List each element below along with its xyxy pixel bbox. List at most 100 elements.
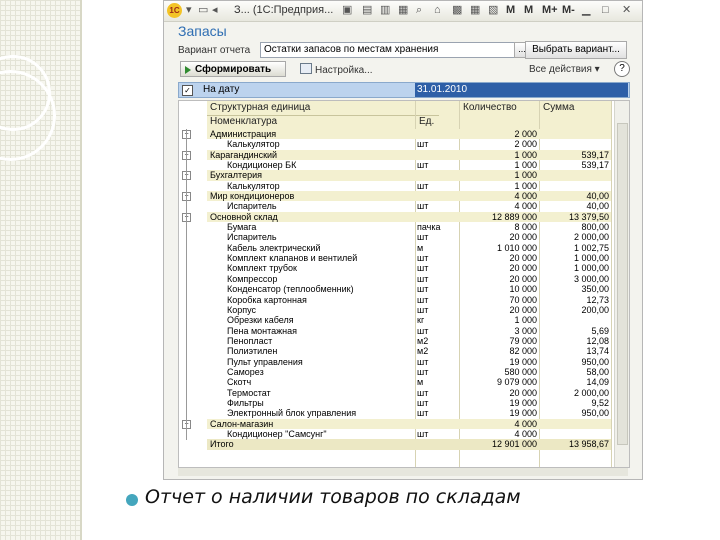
header-structural-unit: Структурная единица bbox=[210, 102, 311, 113]
memory-button-3[interactable]: M+ bbox=[542, 4, 558, 16]
cell-sum: 539,17 bbox=[581, 149, 609, 160]
select-variant-button[interactable]: Выбрать вариант... bbox=[525, 41, 627, 59]
menu-arrow-icon[interactable]: ▾ bbox=[186, 4, 192, 17]
cell-quantity: 19 000 bbox=[509, 408, 537, 419]
table-row[interactable]: Фильтры шт 19 000 9,52 bbox=[207, 398, 611, 408]
group-row[interactable]: Салон-магазин 4 000 bbox=[207, 418, 611, 429]
cell-unit: м bbox=[417, 242, 424, 253]
table-row[interactable]: Обрезки кабеля кг 1 000 bbox=[207, 315, 611, 325]
table-row[interactable]: Электронный блок управления шт 19 000 950,0… bbox=[207, 408, 611, 418]
generate-button[interactable]: Сформировать bbox=[180, 61, 286, 77]
table-row[interactable]: Кондиционер БК шт 1 000 539,17 bbox=[207, 160, 611, 170]
cell-sum: 2 000,00 bbox=[573, 232, 609, 243]
cell-unit: м2 bbox=[417, 335, 429, 346]
table-row[interactable]: Калькулятор шт 2 000 bbox=[207, 139, 611, 149]
close-icon[interactable]: ✕ bbox=[622, 4, 631, 17]
home-icon[interactable]: ⌂ bbox=[434, 4, 441, 17]
filter-date-checkbox[interactable]: ✓ bbox=[182, 85, 193, 96]
cell-unit: шт bbox=[417, 180, 429, 191]
all-actions-menu[interactable]: Все действия ▾ bbox=[529, 64, 600, 75]
memory-button-1[interactable]: M bbox=[506, 4, 515, 16]
cell-unit: шт bbox=[417, 232, 429, 243]
table-row[interactable]: Кондиционер "Самсунг" шт 4 000 bbox=[207, 429, 611, 439]
cell-quantity: 1 010 000 bbox=[496, 242, 537, 253]
cell-sum: 350,00 bbox=[581, 284, 609, 295]
cell-quantity: 82 000 bbox=[509, 346, 537, 357]
cell-name: Электронный блок управления bbox=[227, 408, 357, 419]
filter-date-label: На дату bbox=[203, 84, 240, 95]
memory-button-2[interactable]: M bbox=[524, 4, 533, 16]
cell-unit: шт bbox=[417, 397, 429, 408]
cell-unit: шт bbox=[417, 428, 429, 439]
scrollbar-thumb[interactable] bbox=[617, 123, 628, 445]
cell-quantity: 1 000 bbox=[514, 160, 537, 171]
cell-sum: 950,00 bbox=[581, 356, 609, 367]
report-spreadsheet[interactable]: −−−−−− Структурная единица Номенклатура … bbox=[178, 100, 630, 468]
total-row[interactable]: Итого 12 901 000 13 958,67 bbox=[207, 439, 611, 450]
cell-quantity: 2 000 bbox=[514, 139, 537, 150]
table-row[interactable]: Калькулятор шт 1 000 bbox=[207, 181, 611, 191]
bullet-icon bbox=[126, 494, 138, 506]
calendar-icon[interactable]: ▩ bbox=[452, 4, 462, 17]
title-bar: 1C ▾ ▭ ◂ З... (1С:Предприя... ▣ ▤ ▥ ▦ ⌕ … bbox=[164, 1, 642, 22]
settings-icon bbox=[300, 63, 312, 74]
vertical-scrollbar[interactable] bbox=[614, 101, 629, 467]
header-sum: Сумма bbox=[543, 102, 575, 113]
cell-sum: 200,00 bbox=[581, 304, 609, 315]
table-row[interactable]: Корпус шт 20 000 200,00 bbox=[207, 305, 611, 315]
table-row[interactable]: Компрессор шт 20 000 3 000,00 bbox=[207, 274, 611, 284]
help-button[interactable]: ? bbox=[614, 61, 630, 77]
save-icon[interactable]: ▣ bbox=[342, 4, 352, 17]
back-icon[interactable]: ◂ bbox=[212, 4, 218, 17]
horizontal-scrollbar[interactable] bbox=[178, 468, 628, 476]
table-row[interactable]: Кабель электрический м 1 010 000 1 002,75 bbox=[207, 243, 611, 253]
settings-button[interactable]: Настройка... bbox=[300, 63, 373, 76]
calculator-icon[interactable]: ▧ bbox=[488, 4, 498, 17]
minimize-icon[interactable]: ▁ bbox=[582, 4, 590, 17]
table-row[interactable]: Пенопласт м2 79 000 12,08 bbox=[207, 336, 611, 346]
find-icon[interactable]: ⌕ bbox=[416, 4, 422, 17]
cell-name: Кабель электрический bbox=[227, 242, 321, 253]
group-row[interactable]: Основной склад 12 889 000 13 379,50 bbox=[207, 211, 611, 223]
table-row[interactable]: Комплект клапанов и вентилей шт 20 000 1 00… bbox=[207, 253, 611, 263]
table-row[interactable]: Пульт управления шт 19 000 950,00 bbox=[207, 357, 611, 367]
cell-sum: 1 002,75 bbox=[573, 242, 609, 253]
memory-button-4[interactable]: M- bbox=[562, 4, 575, 16]
cell-quantity: 20 000 bbox=[509, 232, 537, 243]
group-row[interactable]: Карагандинский 1 000 539,17 bbox=[207, 149, 611, 161]
table-row[interactable]: Испаритель шт 20 000 2 000,00 bbox=[207, 232, 611, 242]
page-icon[interactable]: ▭ bbox=[198, 4, 208, 17]
cell-unit: шт bbox=[417, 160, 429, 171]
table-row[interactable]: Саморез шт 580 000 58,00 bbox=[207, 367, 611, 377]
grid-icon[interactable]: ▦ bbox=[470, 4, 480, 17]
table-row[interactable]: Коробка картонная шт 70 000 12,73 bbox=[207, 295, 611, 305]
table-row[interactable]: Конденсатор (теплообменник) шт 10 000 350,0… bbox=[207, 284, 611, 294]
table-row[interactable]: Скотч м 9 079 000 14,09 bbox=[207, 377, 611, 387]
cell-unit: м bbox=[417, 377, 424, 388]
cell-sum: 9,52 bbox=[591, 397, 609, 408]
table-row[interactable]: Пена монтажная шт 3 000 5,69 bbox=[207, 326, 611, 336]
table-row[interactable]: Полиэтилен м2 82 000 13,74 bbox=[207, 346, 611, 356]
table-row[interactable]: Испаритель шт 4 000 40,00 bbox=[207, 201, 611, 211]
cell-quantity: 19 000 bbox=[509, 397, 537, 408]
restore-icon[interactable]: □ bbox=[602, 4, 609, 17]
cell-sum: 13 379,50 bbox=[568, 211, 609, 222]
cell-sum: 800,00 bbox=[581, 222, 609, 233]
group-row[interactable]: Бухгалтерия 1 000 bbox=[207, 170, 611, 181]
report-title: Запасы bbox=[178, 23, 227, 39]
filter-date-value[interactable]: 31.01.2010 bbox=[415, 83, 628, 97]
table-row[interactable]: Термостат шт 20 000 2 000,00 bbox=[207, 388, 611, 398]
cell-name: Фильтры bbox=[227, 397, 264, 408]
table-row[interactable]: Бумага пачка 8 000 800,00 bbox=[207, 222, 611, 232]
group-row[interactable]: Мир кондиционеров 4 000 40,00 bbox=[207, 191, 611, 202]
table-row[interactable]: Комплект трубок шт 20 000 1 000,00 bbox=[207, 263, 611, 273]
cell-sum: 13 958,67 bbox=[568, 439, 609, 450]
copy-icon[interactable]: ▦ bbox=[398, 4, 408, 17]
cell-unit: шт bbox=[417, 387, 429, 398]
variant-input[interactable]: Остатки запасов по местам хранения bbox=[260, 42, 515, 58]
print-icon[interactable]: ▤ bbox=[362, 4, 372, 17]
cell-name: Кондиционер БК bbox=[227, 160, 297, 171]
preview-icon[interactable]: ▥ bbox=[380, 4, 390, 17]
group-row[interactable]: Администрация 2 000 bbox=[207, 129, 611, 140]
header-nomenclature: Номенклатура bbox=[210, 116, 278, 127]
